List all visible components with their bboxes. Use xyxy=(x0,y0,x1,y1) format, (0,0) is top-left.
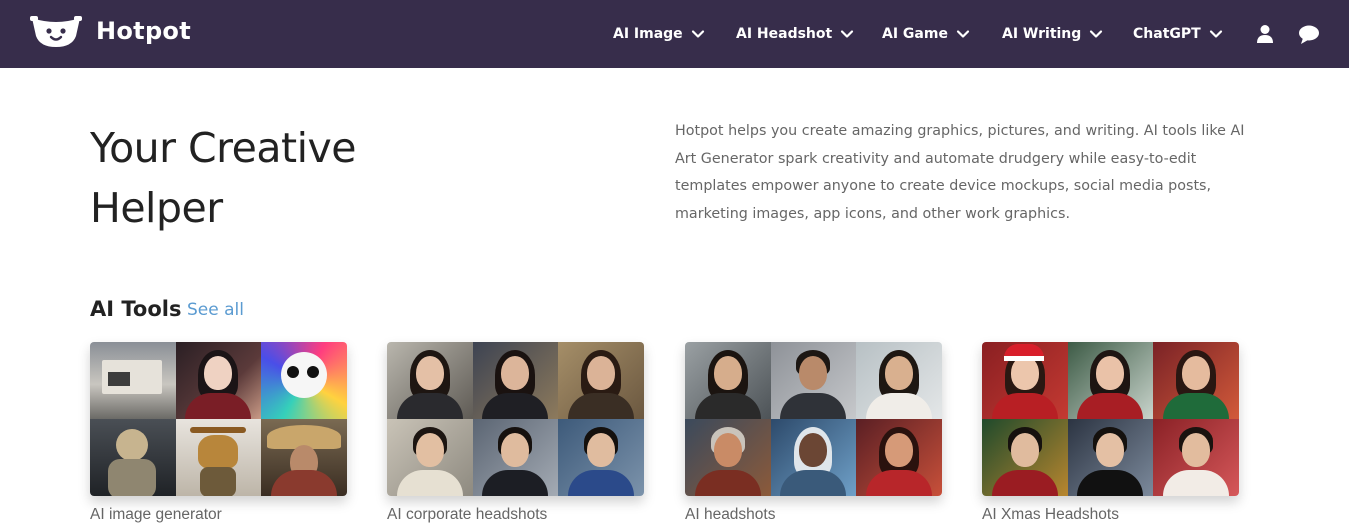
nav-label: AI Image xyxy=(613,26,683,42)
thumbnail-portrait xyxy=(1067,419,1154,496)
logo-text: Hotpot xyxy=(96,17,191,45)
thumbnail-portrait xyxy=(558,342,644,419)
nav-ai-writing[interactable]: AI Writing xyxy=(1002,0,1103,68)
tool-card-label: AI Xmas Headshots xyxy=(982,506,1119,523)
section-title-ai-tools: AI Tools xyxy=(90,297,182,321)
thumbnail-portrait xyxy=(558,419,644,496)
thumbnail-portrait xyxy=(472,419,559,496)
tool-card-ai-image-generator[interactable]: AI image generator xyxy=(90,342,347,524)
see-all-link[interactable]: See all xyxy=(187,297,244,323)
chevron-down-icon xyxy=(1090,30,1103,38)
thumbnail-portrait xyxy=(982,419,1068,496)
tool-card-thumbnail[interactable] xyxy=(387,342,644,496)
hotpot-logo-icon xyxy=(30,16,82,47)
nav-chatgpt[interactable]: ChatGPT xyxy=(1133,0,1223,68)
chevron-down-icon xyxy=(841,30,854,38)
thumbnail-robot-cow xyxy=(175,419,262,496)
logo[interactable]: Hotpot xyxy=(30,14,191,48)
chat-icon[interactable] xyxy=(1298,23,1320,45)
user-icon[interactable] xyxy=(1254,23,1276,45)
thumbnail-portrait xyxy=(472,342,559,419)
nav-ai-headshot[interactable]: AI Headshot xyxy=(736,0,854,68)
thumbnail-portrait xyxy=(387,419,473,496)
nav-ai-game[interactable]: AI Game xyxy=(882,0,970,68)
thumbnail-portrait xyxy=(1067,342,1154,419)
chevron-down-icon xyxy=(691,30,704,38)
chevron-down-icon xyxy=(1209,30,1222,38)
nav-label: ChatGPT xyxy=(1133,26,1201,42)
thumbnail-portrait xyxy=(770,342,857,419)
hero-title-line-1: Your Creative xyxy=(90,124,356,172)
thumbnail-portrait xyxy=(856,342,942,419)
tool-card-thumbnail[interactable] xyxy=(90,342,347,496)
thumbnail-portrait xyxy=(1153,342,1239,419)
thumbnail-portrait xyxy=(856,419,942,496)
thumbnail-portrait xyxy=(685,419,771,496)
thumbnail-portrait xyxy=(770,419,857,496)
thumbnail-panda-art xyxy=(261,342,347,419)
thumbnail-portrait xyxy=(387,342,473,419)
tool-card-ai-xmas-headshots[interactable]: AI Xmas Headshots xyxy=(982,342,1239,524)
thumbnail-old-woman xyxy=(261,419,347,496)
tool-card-ai-corporate-headshots[interactable]: AI corporate headshots xyxy=(387,342,644,524)
tool-card-label: AI image generator xyxy=(90,506,222,523)
hero-title: Your Creative Helper xyxy=(90,118,510,238)
tool-card-thumbnail[interactable] xyxy=(685,342,942,496)
thumbnail-portrait xyxy=(1153,419,1239,496)
nav-ai-image[interactable]: AI Image xyxy=(613,0,705,68)
thumbnail-astronaut xyxy=(90,419,176,496)
thumbnail-portrait xyxy=(982,342,1068,419)
top-navigation-bar: Hotpot AI Image AI Headshot AI Game AI W… xyxy=(0,0,1349,68)
hero-description: Hotpot helps you create amazing graphics… xyxy=(675,123,1245,222)
nav-label: AI Writing xyxy=(1002,26,1082,42)
chevron-down-icon xyxy=(956,30,970,38)
thumbnail-architecture xyxy=(90,342,176,419)
tool-card-label: AI headshots xyxy=(685,506,776,523)
tool-card-label: AI corporate headshots xyxy=(387,506,548,523)
nav-label: AI Game xyxy=(882,26,948,42)
thumbnail-anime-girl xyxy=(175,342,262,419)
hero-title-line-2: Helper xyxy=(90,184,223,232)
tool-card-thumbnail[interactable] xyxy=(982,342,1239,496)
tool-card-ai-headshots[interactable]: AI headshots xyxy=(685,342,942,524)
nav-label: AI Headshot xyxy=(736,26,833,42)
thumbnail-portrait xyxy=(685,342,771,419)
